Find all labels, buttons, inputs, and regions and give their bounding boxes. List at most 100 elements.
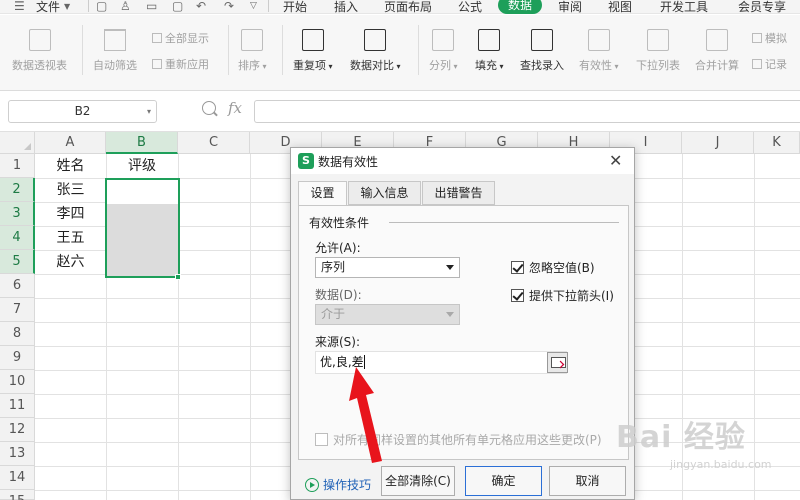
menubar-divider	[268, 0, 269, 12]
row-header[interactable]: 1	[0, 154, 35, 178]
lookup-entry-label: 查找录入	[520, 59, 564, 72]
row-header[interactable]: 12	[0, 418, 35, 442]
print-icon[interactable]: ▭	[146, 0, 157, 13]
tab-input-message[interactable]: 输入信息	[348, 181, 421, 205]
menubar-divider	[88, 0, 89, 12]
column-header-a[interactable]: A	[35, 132, 106, 154]
show-all-label: 全部显示	[165, 32, 209, 45]
row-header[interactable]: 13	[0, 442, 35, 466]
cell-a1[interactable]: 姓名	[35, 154, 106, 178]
row-header[interactable]: 11	[0, 394, 35, 418]
row-header[interactable]: 8	[0, 322, 35, 346]
cell-a3[interactable]: 李四	[35, 202, 106, 226]
dropdown-list-label: 下拉列表	[636, 59, 680, 72]
duplicates-label: 重复项	[293, 59, 326, 72]
column-header-b[interactable]: B	[106, 132, 178, 154]
dropdown-list-button[interactable]: 下拉列表	[636, 29, 680, 73]
clear-all-button[interactable]: 全部清除(C)	[381, 466, 455, 496]
row-header[interactable]: 5	[0, 250, 35, 274]
sort-icon	[241, 29, 264, 51]
select-all-corner[interactable]	[0, 132, 35, 154]
formula-input[interactable]	[254, 100, 800, 123]
file-menu[interactable]: 文件	[36, 0, 60, 15]
row-header[interactable]: 6	[0, 274, 35, 298]
tips-link[interactable]: 操作技巧	[305, 476, 371, 493]
ignore-blank-label: 忽略空值(B)	[529, 261, 595, 275]
cell-a2[interactable]: 张三	[35, 178, 106, 202]
duplicates-button[interactable]: 重复项 ▾	[293, 29, 333, 73]
fill-button[interactable]: 填充 ▾	[475, 29, 504, 73]
dropdown-arrow-checkbox[interactable]: 提供下拉箭头(I)	[511, 287, 614, 304]
tab-page-layout[interactable]: 页面布局	[384, 0, 432, 15]
tab-review[interactable]: 审阅	[558, 0, 582, 15]
record-icon	[752, 59, 762, 69]
row-header[interactable]: 15	[0, 490, 35, 500]
tab-view[interactable]: 视图	[608, 0, 632, 15]
column-header-k[interactable]: K	[754, 132, 800, 154]
ok-button[interactable]: 确定	[465, 466, 542, 496]
row-header[interactable]: 4	[0, 226, 35, 250]
lookup-entry-button[interactable]: 查找录入	[520, 29, 564, 73]
tab-developer[interactable]: 开发工具	[660, 0, 708, 15]
tab-settings[interactable]: 设置	[298, 181, 347, 206]
split-dropdown-icon: ▾	[451, 62, 458, 71]
allow-label: 允许(A):	[315, 241, 361, 255]
row-header[interactable]: 7	[0, 298, 35, 322]
section-legend: 有效性条件	[309, 214, 374, 231]
cell-b1[interactable]: 评级	[106, 154, 178, 178]
customize-toolbar-icon[interactable]: ▽	[250, 1, 257, 11]
record-button[interactable]: 记录	[752, 56, 787, 72]
column-header-j[interactable]: J	[682, 132, 754, 154]
sort-button[interactable]: 排序 ▾	[238, 29, 267, 73]
name-box[interactable]: B2 ▾	[8, 100, 157, 123]
undo-icon[interactable]: ↶	[196, 0, 206, 13]
show-all-button[interactable]: 全部显示	[152, 30, 209, 46]
tab-error-alert[interactable]: 出错警告	[422, 181, 495, 205]
autofilter-button[interactable]: 自动筛选	[93, 29, 137, 73]
hamburger-menu-icon[interactable]: ☰	[14, 0, 25, 13]
tab-home[interactable]: 开始	[283, 0, 307, 15]
reapply-button[interactable]: 重新应用	[152, 56, 209, 72]
allow-select-value: 序列	[321, 260, 346, 274]
compare-button[interactable]: 数据对比 ▾	[350, 29, 401, 73]
split-button[interactable]: 分列 ▾	[429, 29, 458, 73]
row-header[interactable]: 2	[0, 178, 35, 202]
row-header[interactable]: 3	[0, 202, 35, 226]
fill-handle[interactable]	[175, 274, 181, 280]
data-label: 数据(D):	[315, 288, 362, 302]
save-icon[interactable]: ▢	[96, 0, 107, 13]
allow-select[interactable]: 序列	[315, 257, 460, 278]
column-header-c[interactable]: C	[178, 132, 250, 154]
ignore-blank-checkbox[interactable]: 忽略空值(B)	[511, 259, 595, 276]
zoom-icon[interactable]	[202, 101, 216, 115]
reapply-icon	[152, 59, 162, 69]
tab-formulas[interactable]: 公式	[458, 0, 482, 15]
dialog-title-bar[interactable]: S 数据有效性 ✕	[291, 148, 634, 174]
name-box-dropdown-icon[interactable]: ▾	[147, 101, 151, 122]
format-painter-icon[interactable]: ♙	[120, 0, 131, 13]
record-label: 记录	[765, 58, 787, 71]
cell-a5[interactable]: 赵六	[35, 250, 106, 274]
simulate-button[interactable]: 模拟	[752, 30, 787, 46]
consolidate-button[interactable]: 合并计算	[695, 29, 739, 73]
print-preview-icon[interactable]: ▢	[172, 0, 183, 13]
function-wizard-icon[interactable]: fx	[228, 99, 242, 117]
cell-a4[interactable]: 王五	[35, 226, 106, 250]
selection-border	[105, 178, 180, 278]
row-header[interactable]: 14	[0, 466, 35, 490]
validity-button[interactable]: 有效性 ▾	[579, 29, 619, 73]
ribbon-divider	[418, 25, 419, 75]
tab-data[interactable]: 数据	[498, 0, 542, 14]
pivot-table-button[interactable]: 数据透视表	[12, 29, 67, 73]
checkbox-checked-icon	[511, 261, 524, 274]
split-columns-icon	[432, 29, 455, 51]
row-header[interactable]: 9	[0, 346, 35, 370]
redo-icon[interactable]: ↷	[224, 0, 234, 13]
tab-insert[interactable]: 插入	[334, 0, 358, 15]
row-header[interactable]: 10	[0, 370, 35, 394]
close-icon[interactable]: ✕	[609, 151, 622, 170]
file-dropdown-icon[interactable]: ▼	[64, 2, 70, 11]
tab-member[interactable]: 会员专享	[738, 0, 786, 15]
range-select-button[interactable]	[547, 352, 568, 373]
validity-dropdown-icon: ▾	[612, 62, 619, 71]
